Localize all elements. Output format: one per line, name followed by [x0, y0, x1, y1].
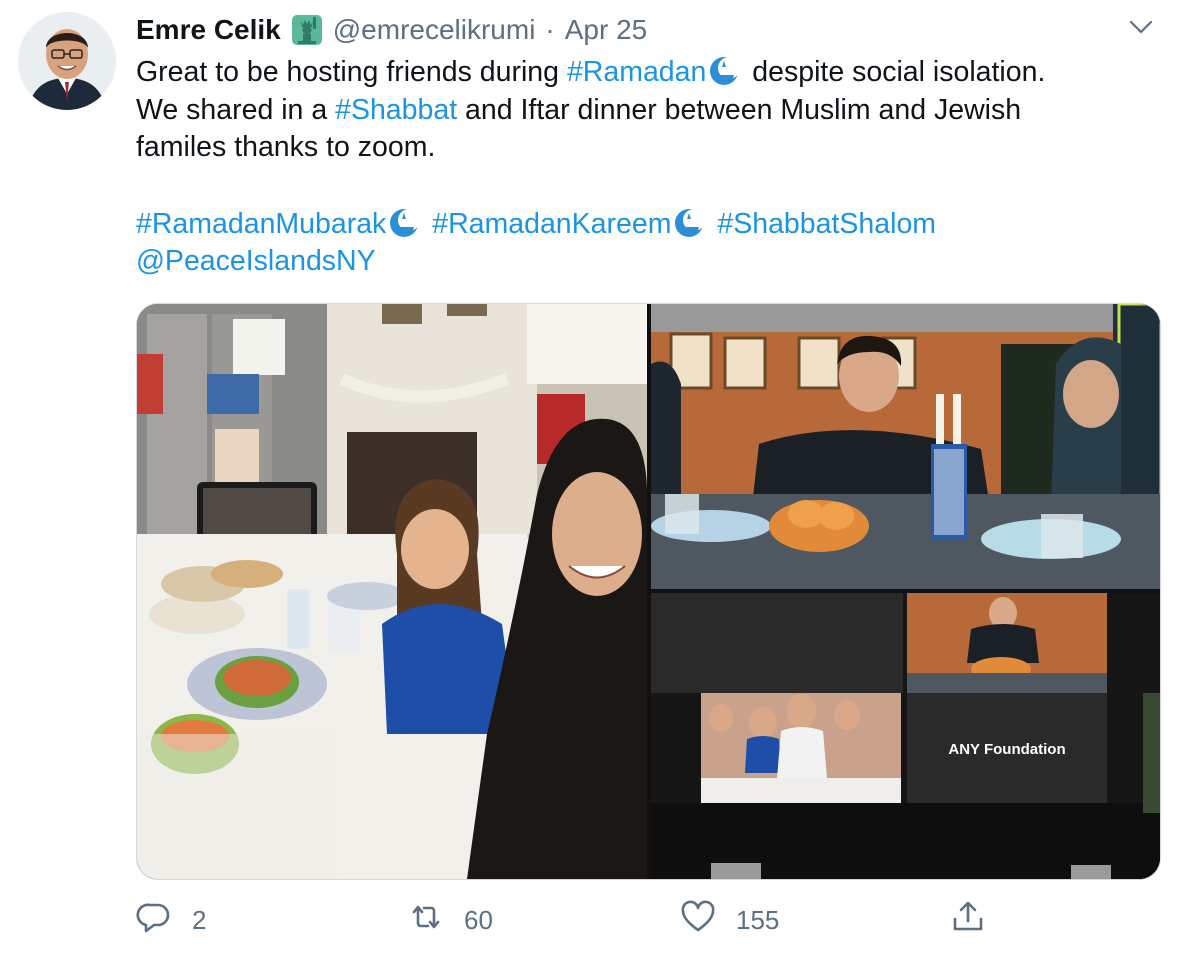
share-icon [950, 899, 986, 942]
text-segment: and Iftar dinner between Muslim and Jewi… [457, 93, 1022, 126]
tweet-card: Emre Celik @emrecelikrumi · Apr 25 Great… [0, 0, 1182, 954]
chevron-down-icon[interactable] [1126, 14, 1156, 40]
hashtag-shabbat[interactable]: #Shabbat [335, 94, 457, 126]
crescent-moon-lamp-icon [672, 207, 706, 239]
tweet-actions: 2 60 155 [136, 898, 1036, 942]
text-segment: Great to be hosting friends during [136, 56, 567, 88]
author-name[interactable]: Emre Celik [136, 14, 281, 46]
retweet-count: 60 [464, 904, 493, 935]
retweet-icon [408, 899, 444, 942]
tweet-text: Great to be hosting friends during #Rama… [136, 54, 1166, 281]
photo-kitchen-dinner[interactable] [137, 304, 647, 879]
like-count: 155 [736, 904, 780, 935]
hashtag-ramadankareem[interactable]: #RamadanKareem [432, 208, 671, 240]
tweet-line-2: We shared in a #Shabbat and Iftar dinner… [136, 92, 1166, 130]
heart-icon [680, 899, 716, 942]
photo-zoom-host-family[interactable] [651, 304, 1160, 589]
like-button[interactable]: 155 [680, 898, 779, 942]
author-handle[interactable]: @emrecelikrumi [333, 14, 536, 46]
tweet-hashtags-line: #RamadanMubarak #RamadanKareem #ShabbatS… [136, 206, 1166, 244]
reply-icon [136, 899, 172, 942]
statue-of-liberty-icon [289, 12, 325, 48]
zoom-tile-label: ANY Foundation [948, 741, 1065, 758]
hashtag-ramadanmubarak[interactable]: #RamadanMubarak [136, 208, 386, 240]
tweet-header: Emre Celik @emrecelikrumi · Apr 25 [136, 10, 647, 50]
text-segment: despite social isolation. [744, 56, 1046, 88]
tweet-line-1: Great to be hosting friends during #Rama… [136, 54, 1166, 92]
text-segment: We shared in a [136, 93, 336, 126]
crescent-moon-lamp-icon [387, 207, 421, 239]
hashtag-ramadan[interactable]: #Ramadan [567, 56, 706, 88]
retweet-button[interactable]: 60 [408, 898, 493, 942]
photo-zoom-gallery[interactable]: ANY Foundation [651, 593, 1160, 879]
reply-count: 2 [192, 904, 207, 935]
crescent-moon-lamp-icon [707, 55, 741, 87]
tweet-line-3: familes thanks to zoom. [136, 131, 436, 163]
mention-peaceislandsny[interactable]: @PeaceIslandsNY [136, 245, 376, 277]
tweet-mention-line: @PeaceIslandsNY [136, 243, 1166, 281]
media-grid: ANY Foundation [136, 303, 1161, 880]
separator-dot: · [545, 14, 555, 45]
hashtag-shabbatshalom[interactable]: #ShabbatShalom [717, 208, 936, 240]
tweet-date[interactable]: Apr 25 [565, 14, 648, 46]
share-button[interactable] [950, 898, 986, 942]
author-avatar[interactable] [18, 12, 116, 110]
reply-button[interactable]: 2 [136, 898, 206, 942]
